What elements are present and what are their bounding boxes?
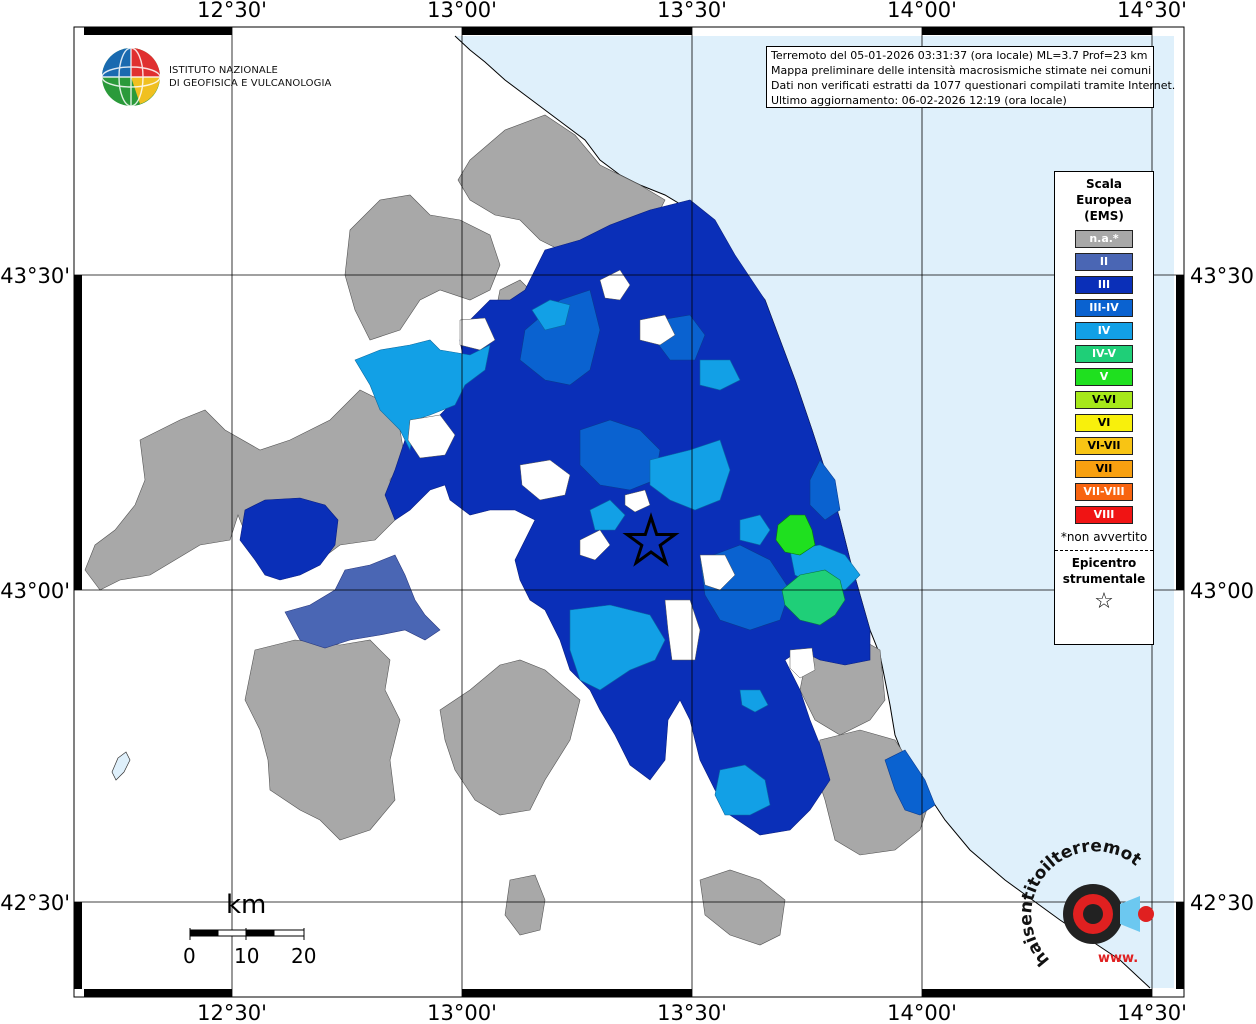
legend-epicentre-1: Epicentro xyxy=(1071,556,1137,570)
legend-title-3: (EMS) xyxy=(1084,209,1124,223)
lat-right-3: 42°30' xyxy=(1190,891,1256,915)
legend-swatch-2: III xyxy=(1075,276,1133,294)
event-info-line1: Terremoto del 05-01-2026 03:31:37 (ora l… xyxy=(771,49,1148,62)
legend-swatch-7: V-VI xyxy=(1075,391,1133,409)
legend-swatch-6: V xyxy=(1075,368,1133,386)
intensity-legend: Scala Europea (EMS) n.a.* II III III-IV IV IV… xyxy=(1054,171,1154,645)
legend-swatch-0: n.a.* xyxy=(1075,230,1133,248)
event-info-line4: Ultimo aggiornamento: 06-02-2026 12:19 (… xyxy=(771,94,1067,107)
event-info-line3: Dati non verificati estratti da 1077 que… xyxy=(771,79,1176,92)
lon-top-2: 13°00' xyxy=(427,0,497,22)
lon-top-4: 14°00' xyxy=(887,0,957,22)
ingv-name: ISTITUTO NAZIONALE DI GEOFISICA E VULCAN… xyxy=(169,64,332,90)
star-icon: ☆ xyxy=(1094,589,1114,614)
lon-bottom-4: 14°00' xyxy=(887,1001,957,1024)
legend-swatch-12: VIII xyxy=(1075,506,1133,524)
ingv-name-line2: DI GEOFISICA E VULCANOLOGIA xyxy=(169,78,332,89)
lat-left-2: 43°00' xyxy=(0,579,70,603)
lon-bottom-1: 12°30' xyxy=(197,1001,267,1024)
ingv-name-line1: ISTITUTO NAZIONALE xyxy=(169,65,278,76)
legend-epicentre-2: strumentale xyxy=(1062,572,1146,586)
lon-bottom-3: 13°30' xyxy=(657,1001,727,1024)
event-info-box: Terremoto del 05-01-2026 03:31:37 (ora l… xyxy=(766,46,1176,108)
scale-label-20: 20 xyxy=(291,944,317,968)
legend-title-1: Scala xyxy=(1085,177,1123,191)
lon-bottom-2: 13°00' xyxy=(427,1001,497,1024)
lat-right-1: 43°30' xyxy=(1190,264,1256,288)
scale-unit: km xyxy=(226,890,267,920)
lat-left-3: 42°30' xyxy=(0,891,70,915)
event-info-line2: Mappa preliminare delle intensità macros… xyxy=(771,64,1152,77)
legend-swatch-4: IV xyxy=(1075,322,1133,340)
lat-left-1: 43°30' xyxy=(0,264,70,288)
lat-right-2: 43°00' xyxy=(1190,579,1256,603)
legend-swatch-10: VII xyxy=(1075,460,1133,478)
haisentito-url: www. xyxy=(1098,951,1138,966)
legend-swatch-11: VII-VIII xyxy=(1075,483,1133,501)
lon-top-3: 13°30' xyxy=(657,0,727,22)
lon-top-1: 12°30' xyxy=(197,0,267,22)
legend-swatch-3: III-IV xyxy=(1075,299,1133,317)
legend-swatch-5: IV-V xyxy=(1075,345,1133,363)
scale-label-10: 10 xyxy=(234,944,260,968)
scale-label-0: 0 xyxy=(183,944,196,968)
ingv-logo xyxy=(101,47,161,107)
legend-title-2: Europea xyxy=(1076,193,1132,207)
legend-note: *non avvertito xyxy=(1060,530,1148,544)
lon-top-5: 14°30' xyxy=(1117,0,1187,22)
legend-swatch-8: VI xyxy=(1075,414,1133,432)
lon-bottom-5: 14°30' xyxy=(1117,1001,1187,1024)
legend-swatches: n.a.* II III III-IV IV IV-V V V-VI VI VI-VII VII VI… xyxy=(1055,230,1153,524)
legend-swatch-1: II xyxy=(1075,253,1133,271)
legend-swatch-9: VI-VII xyxy=(1075,437,1133,455)
